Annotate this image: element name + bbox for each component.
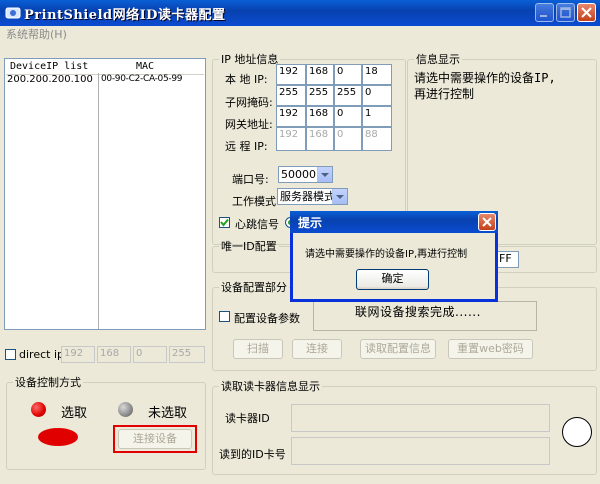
subnet-octet-1[interactable]: 255: [276, 85, 306, 106]
reader-info-title: 读取读卡器信息显示: [221, 380, 320, 393]
menu-system-help[interactable]: 系统帮助(H): [6, 26, 67, 42]
local-ip-octet-4[interactable]: 18: [362, 64, 392, 85]
local-ip-octet-2[interactable]: 168: [306, 64, 334, 85]
remote-ip-octet-3[interactable]: 0: [334, 127, 362, 151]
card-id-label: 读到的ID卡号: [219, 448, 286, 461]
dialog-ok-button[interactable]: 确定: [356, 269, 429, 290]
main-window: PrintShield网络ID读卡器配置 系统帮助(H) DeviceIP li…: [0, 0, 600, 484]
info-display-message: 请选中需要操作的设备IP,再进行控制: [414, 71, 556, 101]
window-title: PrintShield网络ID读卡器配置: [24, 8, 226, 23]
heartbeat-label: 心跳信号: [235, 218, 279, 231]
ip-info-title: IP 地址信息: [221, 53, 279, 66]
work-mode-dropdown[interactable]: 服务器模式: [277, 188, 348, 205]
selected-label: 选取: [61, 406, 88, 421]
port-value: 50000: [281, 168, 316, 181]
remote-ip-octet-4[interactable]: 88: [362, 127, 392, 151]
direct-ip-octet-2[interactable]: 168: [97, 346, 131, 363]
unique-id-field[interactable]: FF: [497, 251, 519, 268]
gateway-octet-3[interactable]: 0: [334, 106, 362, 127]
maximize-icon: [560, 7, 571, 18]
column-header-mac[interactable]: MAC: [136, 61, 154, 72]
close-button[interactable]: [577, 3, 596, 22]
gateway-octet-2[interactable]: 168: [306, 106, 334, 127]
selected-indicator-icon: [31, 402, 46, 417]
remote-ip-label: 远 程 IP:: [225, 140, 268, 153]
subnet-octet-4[interactable]: 0: [362, 85, 392, 106]
gateway-octet-4[interactable]: 1: [362, 106, 392, 127]
control-mode-group: 设备控制方式: [6, 374, 206, 470]
device-row-ip[interactable]: 200.200.200.100: [7, 74, 93, 85]
column-divider: [98, 73, 99, 329]
minimize-icon: [540, 15, 547, 17]
reader-status-indicator-icon: [562, 417, 592, 447]
checkmark-icon: [220, 218, 229, 227]
close-icon: [482, 217, 492, 227]
subnet-label: 子网掩码:: [225, 96, 273, 109]
reader-id-label: 读卡器ID: [225, 412, 270, 425]
port-dropdown[interactable]: 50000: [278, 166, 333, 183]
read-config-button[interactable]: 读取配置信息: [360, 339, 436, 359]
direct-ip-label: direct ip: [19, 348, 64, 361]
direct-ip-octet-3[interactable]: 0: [133, 346, 167, 363]
local-ip-octet-1[interactable]: 192: [276, 64, 306, 85]
card-id-field[interactable]: [291, 437, 550, 465]
minimize-button[interactable]: [535, 3, 554, 22]
column-header-ip[interactable]: DeviceIP list: [10, 61, 88, 72]
device-row-mac[interactable]: 00-90-C2-CA-05-99: [101, 74, 183, 84]
config-params-checkbox[interactable]: [219, 311, 230, 322]
control-connect-button[interactable]: 连接设备: [118, 429, 192, 449]
direct-ip-octet-4[interactable]: 255: [169, 346, 205, 363]
device-config-title: 设备配置部分: [221, 281, 287, 294]
local-ip-label: 本 地 IP:: [225, 73, 268, 86]
title-bar: PrintShield网络ID读卡器配置: [0, 0, 600, 26]
reset-web-password-button[interactable]: 重置web密码: [448, 339, 533, 359]
unique-id-title: 唯一ID配置: [221, 240, 277, 253]
dialog-title: 提示: [298, 216, 323, 230]
remote-ip-octet-1[interactable]: 192: [276, 127, 306, 151]
close-icon: [581, 7, 592, 18]
info-display-title: 信息显示: [416, 53, 460, 66]
subnet-octet-2[interactable]: 255: [306, 85, 334, 106]
work-mode-label: 工作模式: [232, 195, 276, 208]
dialog-title-bar: 提示: [290, 211, 498, 233]
status-indicator-icon: [38, 428, 78, 446]
direct-ip-octet-1[interactable]: 192: [61, 346, 95, 363]
menu-bar: 系统帮助(H): [0, 26, 600, 42]
subnet-octet-3[interactable]: 255: [334, 85, 362, 106]
work-mode-value: 服务器模式: [280, 190, 335, 203]
unselected-indicator-icon: [118, 402, 133, 417]
device-connect-button[interactable]: 连接: [292, 339, 342, 359]
direct-ip-checkbox[interactable]: [5, 349, 16, 360]
device-list-header: DeviceIP list MAC: [6, 60, 204, 75]
gateway-label: 网关地址:: [225, 118, 273, 131]
local-ip-octet-3[interactable]: 0: [334, 64, 362, 85]
reader-id-field[interactable]: [291, 404, 550, 432]
dialog-close-button[interactable]: [478, 213, 496, 231]
alert-dialog: 提示 请选中需要操作的设备IP,再进行控制 确定: [290, 211, 498, 302]
remote-ip-octet-2[interactable]: 168: [306, 127, 334, 151]
device-list[interactable]: DeviceIP list MAC 200.200.200.100 00-90-…: [4, 58, 206, 330]
app-icon: [5, 7, 21, 19]
status-text: 联网设备搜索完成......: [355, 305, 481, 319]
chevron-down-icon: [317, 167, 332, 182]
config-params-label: 配置设备参数: [234, 312, 300, 325]
port-label: 端口号:: [232, 173, 269, 186]
gateway-octet-1[interactable]: 192: [276, 106, 306, 127]
control-mode-title: 设备控制方式: [15, 376, 81, 389]
maximize-button[interactable]: [556, 3, 575, 22]
dialog-message: 请选中需要操作的设备IP,再进行控制: [305, 249, 468, 260]
chevron-down-icon: [332, 189, 347, 204]
unselected-label: 未选取: [148, 406, 188, 421]
heartbeat-checkbox[interactable]: [219, 217, 230, 228]
scan-button[interactable]: 扫描: [233, 339, 283, 359]
